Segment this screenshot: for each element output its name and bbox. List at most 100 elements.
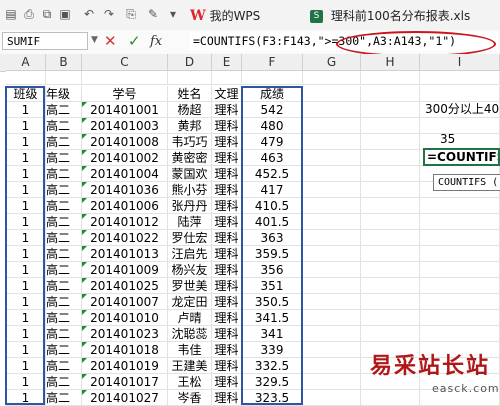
cell-class[interactable]: 1 (6, 134, 46, 150)
header-cell-class[interactable]: 班级 (6, 86, 46, 102)
empty-cell[interactable] (361, 326, 420, 342)
column-header-d[interactable]: D (168, 54, 212, 71)
column-header-b[interactable]: B (46, 54, 82, 71)
cell-score[interactable]: 351 (242, 278, 303, 294)
cell-stream[interactable]: 理科 (212, 294, 242, 310)
cell-id[interactable]: 201401006 (82, 198, 168, 214)
cell-id[interactable]: 201401001 (82, 102, 168, 118)
empty-cell[interactable] (361, 310, 420, 326)
format-painter-icon[interactable]: ✎ (146, 7, 160, 21)
cell-stream[interactable]: 理科 (212, 198, 242, 214)
cell-id[interactable]: 201401022 (82, 230, 168, 246)
empty-cell[interactable] (361, 294, 420, 310)
cell-class[interactable]: 1 (6, 342, 46, 358)
confirm-icon[interactable]: ✓ (128, 32, 141, 50)
empty-cell[interactable] (303, 374, 361, 390)
cell-score[interactable]: 359.5 (242, 246, 303, 262)
cell-name[interactable]: 韦佳 (168, 342, 212, 358)
cell-name[interactable]: 罗仕宏 (168, 230, 212, 246)
cell-stream[interactable]: 理科 (212, 342, 242, 358)
empty-cell[interactable] (361, 71, 420, 85)
cell-id[interactable]: 201401025 (82, 278, 168, 294)
cell-score[interactable]: 480 (242, 118, 303, 134)
empty-cell[interactable] (303, 278, 361, 294)
cell-id[interactable]: 201401004 (82, 166, 168, 182)
empty-cell[interactable] (361, 86, 420, 102)
cell-class[interactable]: 1 (6, 198, 46, 214)
empty-cell[interactable] (420, 214, 500, 230)
cell-score[interactable]: 410.5 (242, 198, 303, 214)
cell-grade[interactable]: 高二 (46, 262, 82, 278)
cell-grade[interactable]: 高二 (46, 342, 82, 358)
cell-stream[interactable]: 理科 (212, 230, 242, 246)
header-cell-id[interactable]: 学号 (82, 86, 168, 102)
column-header-e[interactable]: E (212, 54, 242, 71)
cell-grade[interactable]: 高二 (46, 230, 82, 246)
cell-score[interactable]: 356 (242, 262, 303, 278)
cell-id[interactable]: 201401003 (82, 118, 168, 134)
empty-cell[interactable] (168, 71, 212, 85)
cell-name[interactable]: 蒙国欢 (168, 166, 212, 182)
cell-name[interactable]: 杨兴友 (168, 262, 212, 278)
cell-id[interactable]: 201401008 (82, 134, 168, 150)
empty-cell[interactable] (303, 358, 361, 374)
cell-name[interactable]: 沈聪蕊 (168, 326, 212, 342)
header-cell-grade[interactable]: 年级 (46, 86, 82, 102)
empty-cell[interactable] (361, 278, 420, 294)
empty-cell[interactable] (361, 246, 420, 262)
print-icon[interactable]: ⎘ (124, 7, 138, 21)
cell-grade[interactable]: 高二 (46, 182, 82, 198)
empty-cell[interactable] (420, 262, 500, 278)
empty-cell[interactable] (420, 294, 500, 310)
cell-name[interactable]: 罗世美 (168, 278, 212, 294)
cell-name[interactable]: 陆萍 (168, 214, 212, 230)
cell-stream[interactable]: 理科 (212, 182, 242, 198)
empty-cell[interactable] (212, 71, 242, 85)
cell-name[interactable]: 黄邦 (168, 118, 212, 134)
cell-grade[interactable]: 高二 (46, 374, 82, 390)
empty-cell[interactable] (420, 246, 500, 262)
cell-class[interactable]: 1 (6, 374, 46, 390)
cell-class[interactable]: 1 (6, 246, 46, 262)
cell-score[interactable]: 479 (242, 134, 303, 150)
cell-stream[interactable]: 理科 (212, 214, 242, 230)
name-box-dropdown-icon[interactable]: ▼ (91, 35, 98, 45)
empty-cell[interactable] (303, 198, 361, 214)
cell-id[interactable]: 201401010 (82, 310, 168, 326)
open-file-icon[interactable]: ⧉ (40, 7, 54, 21)
cell-class[interactable]: 1 (6, 150, 46, 166)
cell-id[interactable]: 201401017 (82, 374, 168, 390)
cell-class[interactable]: 1 (6, 278, 46, 294)
cell-grade[interactable]: 高二 (46, 278, 82, 294)
empty-cell[interactable] (361, 102, 420, 118)
empty-cell[interactable] (303, 71, 361, 85)
undo-icon[interactable]: ↶ (82, 7, 96, 21)
column-header-h[interactable]: H (361, 54, 420, 71)
new-file-icon[interactable]: ⎙ (22, 7, 36, 21)
cell-class[interactable]: 1 (6, 214, 46, 230)
name-box[interactable]: SUMIF (2, 32, 88, 50)
header-cell-stream[interactable]: 文理 (212, 86, 242, 102)
tab-my-wps[interactable]: W 我的WPS (190, 4, 260, 28)
empty-cell[interactable] (303, 230, 361, 246)
cell-name[interactable]: 黄密密 (168, 150, 212, 166)
cell-stream[interactable]: 理科 (212, 278, 242, 294)
column-header-g[interactable]: G (303, 54, 361, 71)
save-icon[interactable]: ▣ (58, 7, 72, 21)
empty-cell[interactable] (303, 246, 361, 262)
column-header-i[interactable]: I (420, 54, 500, 71)
empty-cell[interactable] (303, 182, 361, 198)
empty-cell[interactable] (303, 326, 361, 342)
cell-score[interactable]: 341.5 (242, 310, 303, 326)
cell-name[interactable]: 王松 (168, 374, 212, 390)
cell-grade[interactable]: 高二 (46, 214, 82, 230)
cell-score[interactable]: 363 (242, 230, 303, 246)
empty-cell[interactable] (361, 262, 420, 278)
cell-grade[interactable]: 高二 (46, 150, 82, 166)
cell-grade[interactable]: 高二 (46, 166, 82, 182)
cell-grade[interactable]: 高二 (46, 134, 82, 150)
empty-cell[interactable] (242, 71, 303, 85)
empty-cell[interactable] (46, 71, 82, 85)
cell-grade[interactable]: 高二 (46, 326, 82, 342)
empty-cell[interactable] (420, 326, 500, 342)
